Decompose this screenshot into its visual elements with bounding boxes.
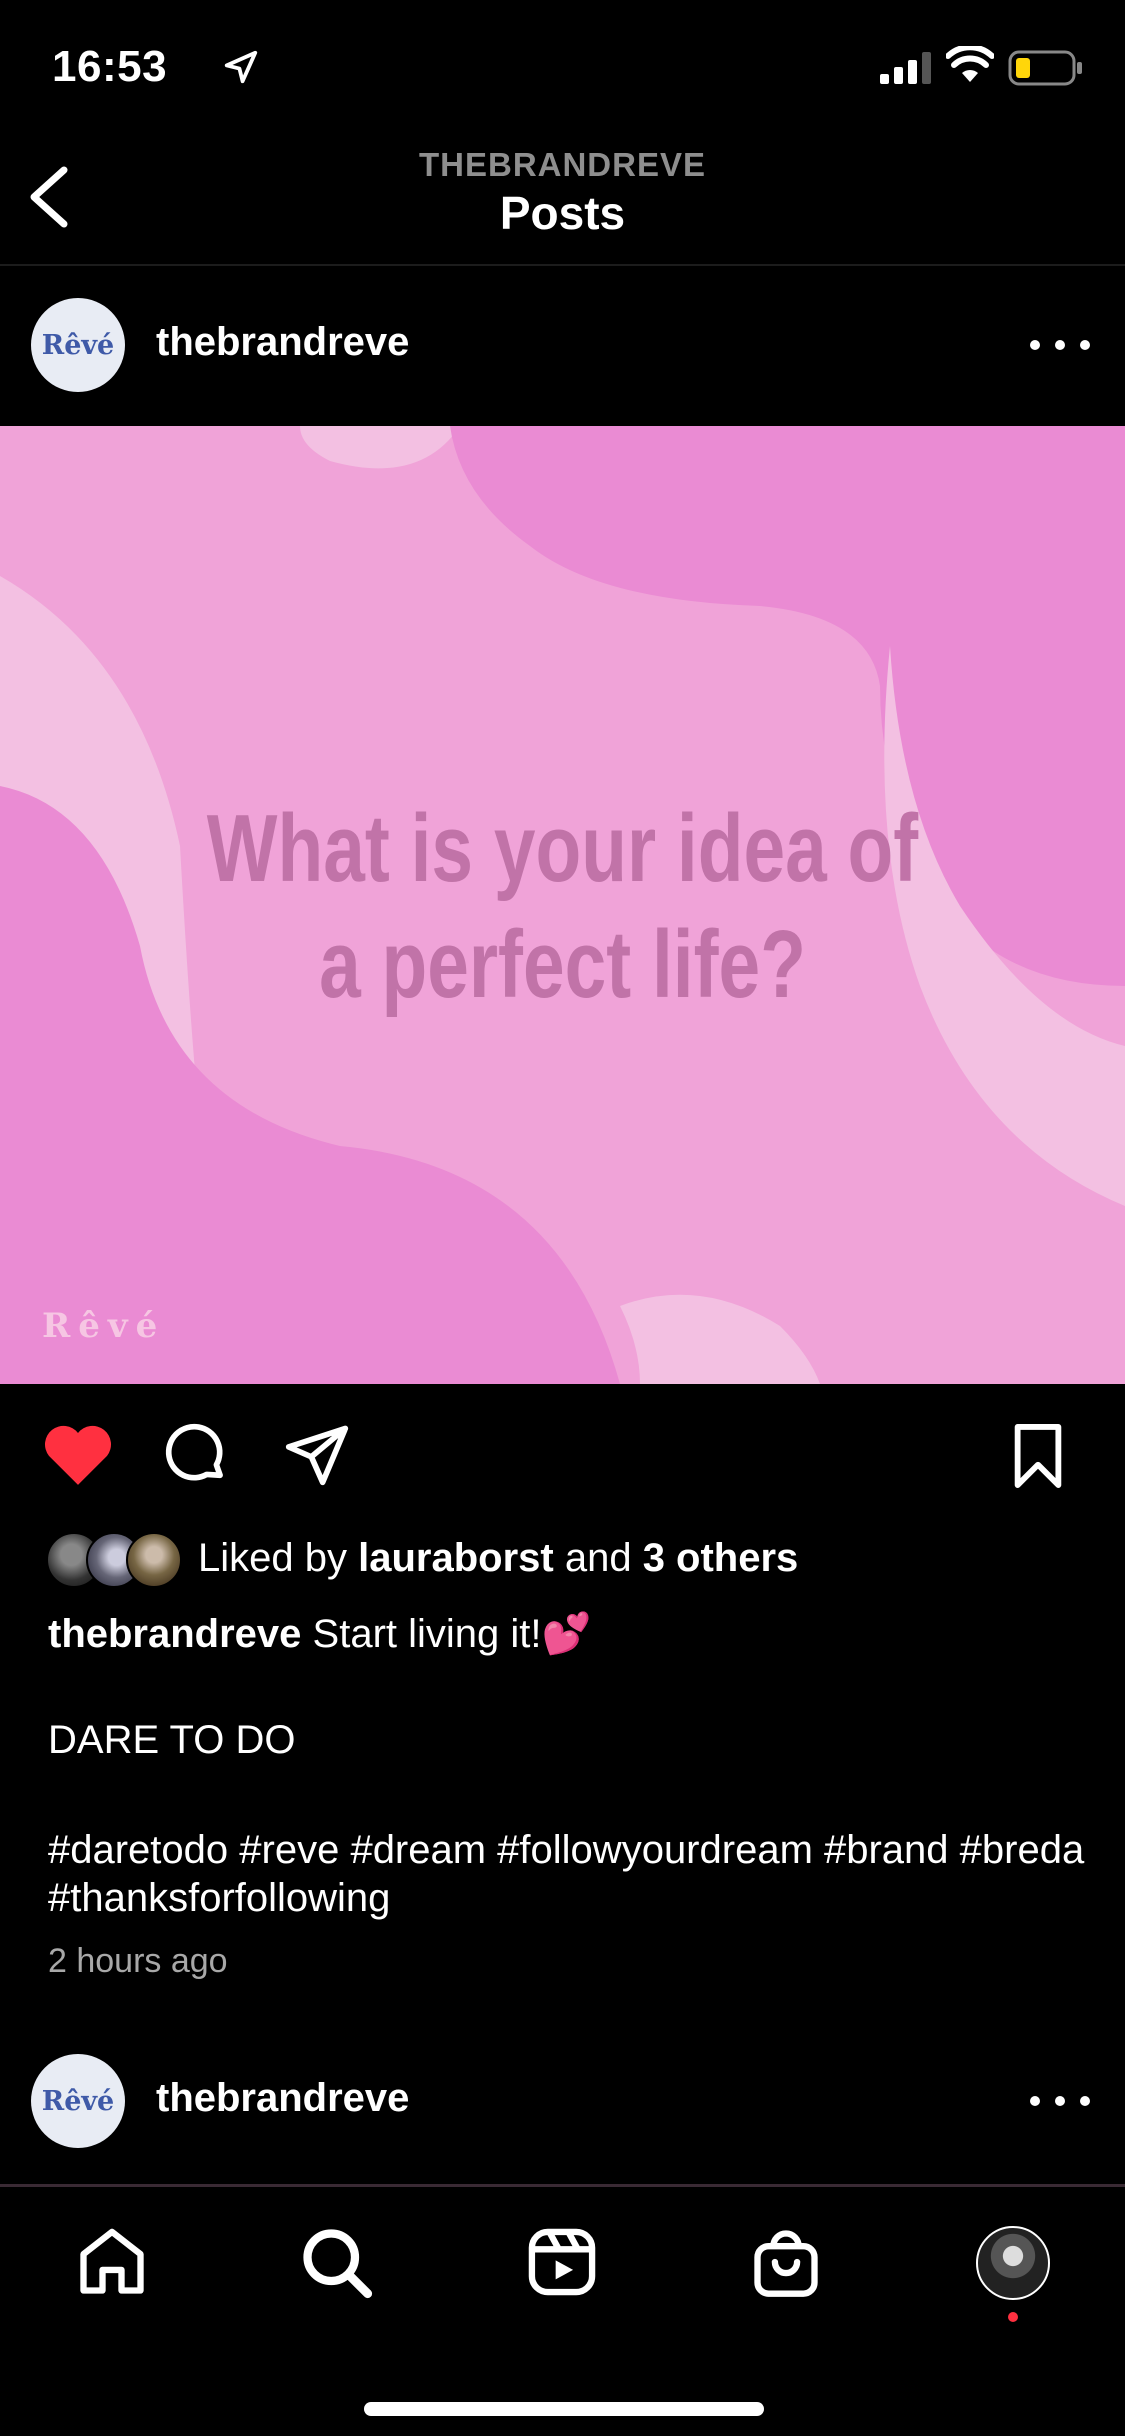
caption-hashtags[interactable]: #daretodo #reve #dream #followyourdream … [48, 1826, 1088, 1922]
save-button[interactable] [1008, 1424, 1068, 1493]
send-icon [285, 1425, 349, 1486]
avatar-logo-text: Rêvé [41, 329, 115, 361]
reels-icon[interactable] [524, 2224, 600, 2300]
liker-avatar [126, 1532, 182, 1588]
more-horizontal-icon [1030, 2096, 1040, 2106]
location-arrow-icon [224, 50, 258, 84]
image-watermark: Rêvé [42, 1306, 166, 1346]
more-options-button[interactable] [1030, 330, 1090, 360]
search-icon[interactable] [298, 2224, 374, 2300]
home-icon[interactable] [74, 2224, 150, 2300]
liked-by-others[interactable]: 3 others [643, 1536, 799, 1580]
wifi-icon [946, 46, 994, 82]
share-button[interactable] [282, 1420, 352, 1493]
post-image-text-line-1: What is your idea of [206, 795, 919, 902]
post-caption: thebrandreve Start living it!💕 [48, 1610, 1088, 1658]
caption-username[interactable]: thebrandreve [48, 1612, 301, 1656]
liked-by-prefix: Liked by [198, 1536, 359, 1580]
post-image[interactable]: What is your idea of a perfect life? Rêv… [0, 426, 1125, 1384]
status-time: 16:53 [52, 42, 168, 91]
comment-icon [165, 1423, 223, 1481]
post-image-text: What is your idea of a perfect life? [124, 791, 1002, 1023]
liked-by-user[interactable]: lauraborst [358, 1536, 554, 1580]
notification-dot [1008, 2312, 1018, 2322]
page-title: Posts [499, 187, 626, 239]
post-timestamp: 2 hours ago [48, 1942, 228, 1980]
more-horizontal-icon [1030, 340, 1040, 350]
post-username[interactable]: thebrandreve [156, 320, 409, 365]
liked-by-and: and [553, 1536, 643, 1580]
tab-bar-divider [0, 2184, 1125, 2187]
liker-avatars[interactable] [46, 1532, 186, 1588]
profile-tab-avatar[interactable] [976, 2226, 1050, 2300]
post-image-text-line-2: a perfect life? [319, 911, 806, 1018]
battery-icon [1008, 50, 1082, 86]
heart-icon [44, 1425, 112, 1485]
signal-icon [880, 52, 931, 84]
caption-line-2: DARE TO DO [48, 1718, 296, 1762]
header-divider [0, 264, 1125, 266]
caption-text: Start living it!💕 [301, 1612, 592, 1656]
likes-summary[interactable]: Liked by lauraborst and 3 others [198, 1536, 798, 1581]
shop-icon[interactable] [748, 2224, 824, 2300]
next-post-more-button[interactable] [1030, 2086, 1090, 2116]
post-avatar[interactable]: Rêvé [31, 298, 125, 392]
home-indicator[interactable] [364, 2402, 764, 2416]
like-button[interactable] [40, 1420, 116, 1493]
avatar-logo-text: Rêvé [41, 2085, 115, 2117]
next-post-avatar[interactable]: Rêvé [31, 2054, 125, 2148]
next-post-username[interactable]: thebrandreve [156, 2076, 409, 2121]
header-account-name: THEBRANDREVE [418, 146, 707, 183]
comment-button[interactable] [162, 1420, 230, 1493]
bookmark-icon [1014, 1424, 1062, 1488]
